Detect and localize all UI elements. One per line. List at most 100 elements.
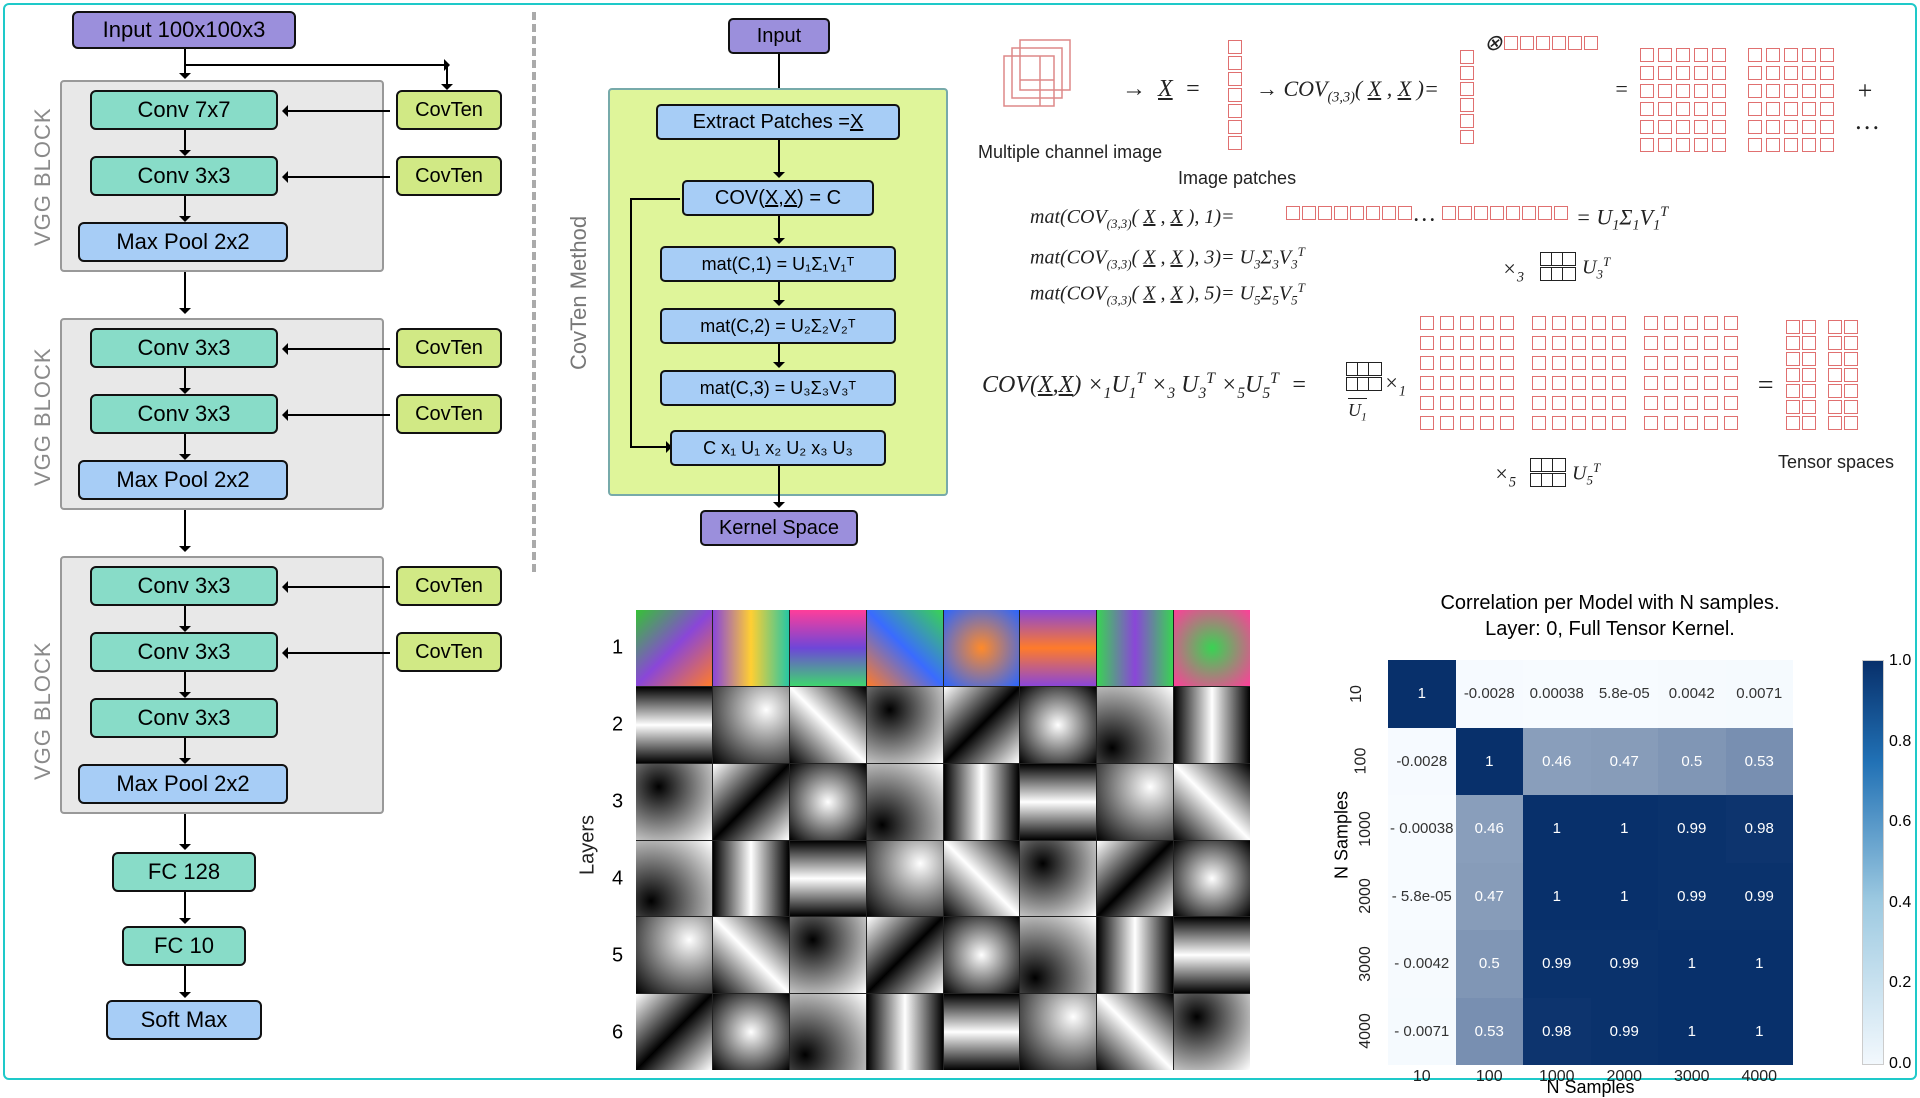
hm-x-tick: 100 — [1476, 1068, 1503, 1086]
vgg-architecture: Input 100x100x3 VGG BLOCK Conv 7x7 CovTe… — [14, 8, 514, 1068]
patch-cell — [790, 994, 866, 1070]
hm-x-tick: 2000 — [1606, 1068, 1642, 1086]
row-6: 6 — [612, 1022, 623, 1045]
conv3-node: Conv 3x3 — [90, 394, 278, 434]
txt: X — [784, 187, 797, 210]
patch-cell — [790, 764, 866, 840]
heatmap-cell: 1 — [1523, 863, 1591, 931]
arrow-icon — [184, 738, 186, 762]
conv3-node: Conv 3x3 — [90, 156, 278, 196]
arrow-icon — [778, 140, 780, 176]
arrow-icon — [184, 606, 186, 630]
patch-cell — [867, 841, 943, 917]
heatmap-cell: 0.99 — [1658, 795, 1726, 863]
heatmap-cell: 0.99 — [1658, 863, 1726, 931]
row-3: 3 — [612, 791, 623, 814]
covten-node: CovTen — [396, 632, 502, 672]
mat2-node: mat(C,2) = U₂Σ₂V₂ᵀ — [660, 308, 896, 344]
times5: ×5 — [1494, 461, 1516, 491]
arrow-icon — [184, 368, 186, 392]
patch-cell — [867, 610, 943, 686]
image-patches-label: Image patches — [1178, 168, 1296, 189]
heatmap-cell: 5.8e-05 — [1591, 660, 1659, 728]
patch-cell — [636, 687, 712, 763]
arrow-icon — [778, 216, 780, 242]
patch-cell — [944, 764, 1020, 840]
patch-cell — [1020, 917, 1096, 993]
heatmap-cell: 0.46 — [1456, 795, 1524, 863]
txt: X — [765, 187, 778, 210]
arrow-icon — [184, 130, 186, 154]
patch-cell — [1020, 994, 1096, 1070]
extract-x: X — [850, 111, 863, 134]
maxpool-node: Max Pool 2x2 — [78, 764, 288, 804]
arrow-icon — [184, 814, 186, 848]
maxpool-node: Max Pool 2x2 — [78, 460, 288, 500]
hm-y-tick: 100 — [1352, 748, 1370, 775]
row-1: 1 — [612, 637, 623, 660]
txt: ) = C — [797, 187, 841, 210]
kernel-space-node: Kernel Space — [700, 510, 858, 546]
arrow-icon — [184, 672, 186, 696]
heatmap-cell: 0.99 — [1726, 863, 1794, 931]
heatmap-cell: - 0.00038 — [1388, 795, 1456, 863]
arrow-icon — [284, 652, 390, 654]
patch-cell — [1020, 687, 1096, 763]
patch-cell — [944, 994, 1020, 1070]
u3t: U3T — [1582, 254, 1610, 283]
patch-grid — [636, 610, 1250, 1070]
arrow-x-label: → X = — [1122, 76, 1201, 103]
heatmap-cell: -0.0028 — [1456, 660, 1524, 728]
heatmap-cell: 0.0042 — [1658, 660, 1726, 728]
heatmap-cell: 0.47 — [1591, 728, 1659, 796]
patch-cell — [713, 764, 789, 840]
patch-cell — [1020, 841, 1096, 917]
heatmap-cell: -0.0028 — [1388, 728, 1456, 796]
patch-cell — [944, 610, 1020, 686]
patch-cell — [636, 841, 712, 917]
plus-dots: + … — [1856, 76, 1900, 136]
correlation-heatmap: Correlation per Model with N samples. La… — [1300, 590, 1920, 1080]
hm-y-tick: 2000 — [1357, 878, 1375, 914]
cb-tick: 0.2 — [1889, 974, 1911, 992]
colorbar: 1.0 0.8 0.6 0.4 0.2 0.0 — [1862, 660, 1884, 1065]
cb-tick: 0.0 — [1889, 1055, 1911, 1073]
patch-cell — [1174, 764, 1250, 840]
patch-cell — [790, 687, 866, 763]
multi-channel-label: Multiple channel image — [978, 142, 1162, 163]
heatmap-cell: - 5.8e-05 — [1388, 863, 1456, 931]
covten-node: CovTen — [396, 566, 502, 606]
input-node: Input — [728, 18, 830, 54]
extract-text: Extract Patches = — [693, 111, 850, 134]
conv3-node: Conv 3x3 — [90, 698, 278, 738]
patch-cell — [636, 994, 712, 1070]
patch-cell — [790, 610, 866, 686]
patch-cell — [636, 917, 712, 993]
heatmap-title: Correlation per Model with N samples. La… — [1300, 590, 1920, 642]
mat1-line: mat(COV(3,3)( X , X ), 1)= — [1030, 206, 1235, 232]
heatmap-cell: 1 — [1658, 930, 1726, 998]
row-5: 5 — [612, 945, 623, 968]
arrow-icon — [186, 64, 448, 66]
covten-method: CovTen Method Input Extract Patches = X … — [570, 10, 970, 550]
patch-cell — [713, 994, 789, 1070]
patch-cell — [1097, 610, 1173, 686]
row-2: 2 — [612, 714, 623, 737]
hm-y-tick: 3000 — [1357, 946, 1375, 982]
hm-x-tick: 4000 — [1741, 1068, 1777, 1086]
arrow-icon — [184, 892, 186, 922]
patch-cell — [1174, 687, 1250, 763]
dots: … — [1414, 201, 1435, 228]
patch-cell — [1097, 917, 1173, 993]
arrow-icon — [184, 196, 186, 220]
heatmap-cell: 1 — [1726, 930, 1794, 998]
eq: = — [1614, 76, 1629, 102]
softmax-node: Soft Max — [106, 1000, 262, 1040]
conv3-node: Conv 3x3 — [90, 632, 278, 672]
fc10-node: FC 10 — [122, 926, 246, 966]
stacked-images-icon — [990, 30, 1110, 140]
conv3-node: Conv 3x3 — [90, 328, 278, 368]
big-eq-lhs: COV(X,X) ×1U1T ×3 U3T ×5U5T = — [982, 370, 1307, 403]
arrow-icon — [184, 966, 186, 996]
patch-cell — [790, 917, 866, 993]
